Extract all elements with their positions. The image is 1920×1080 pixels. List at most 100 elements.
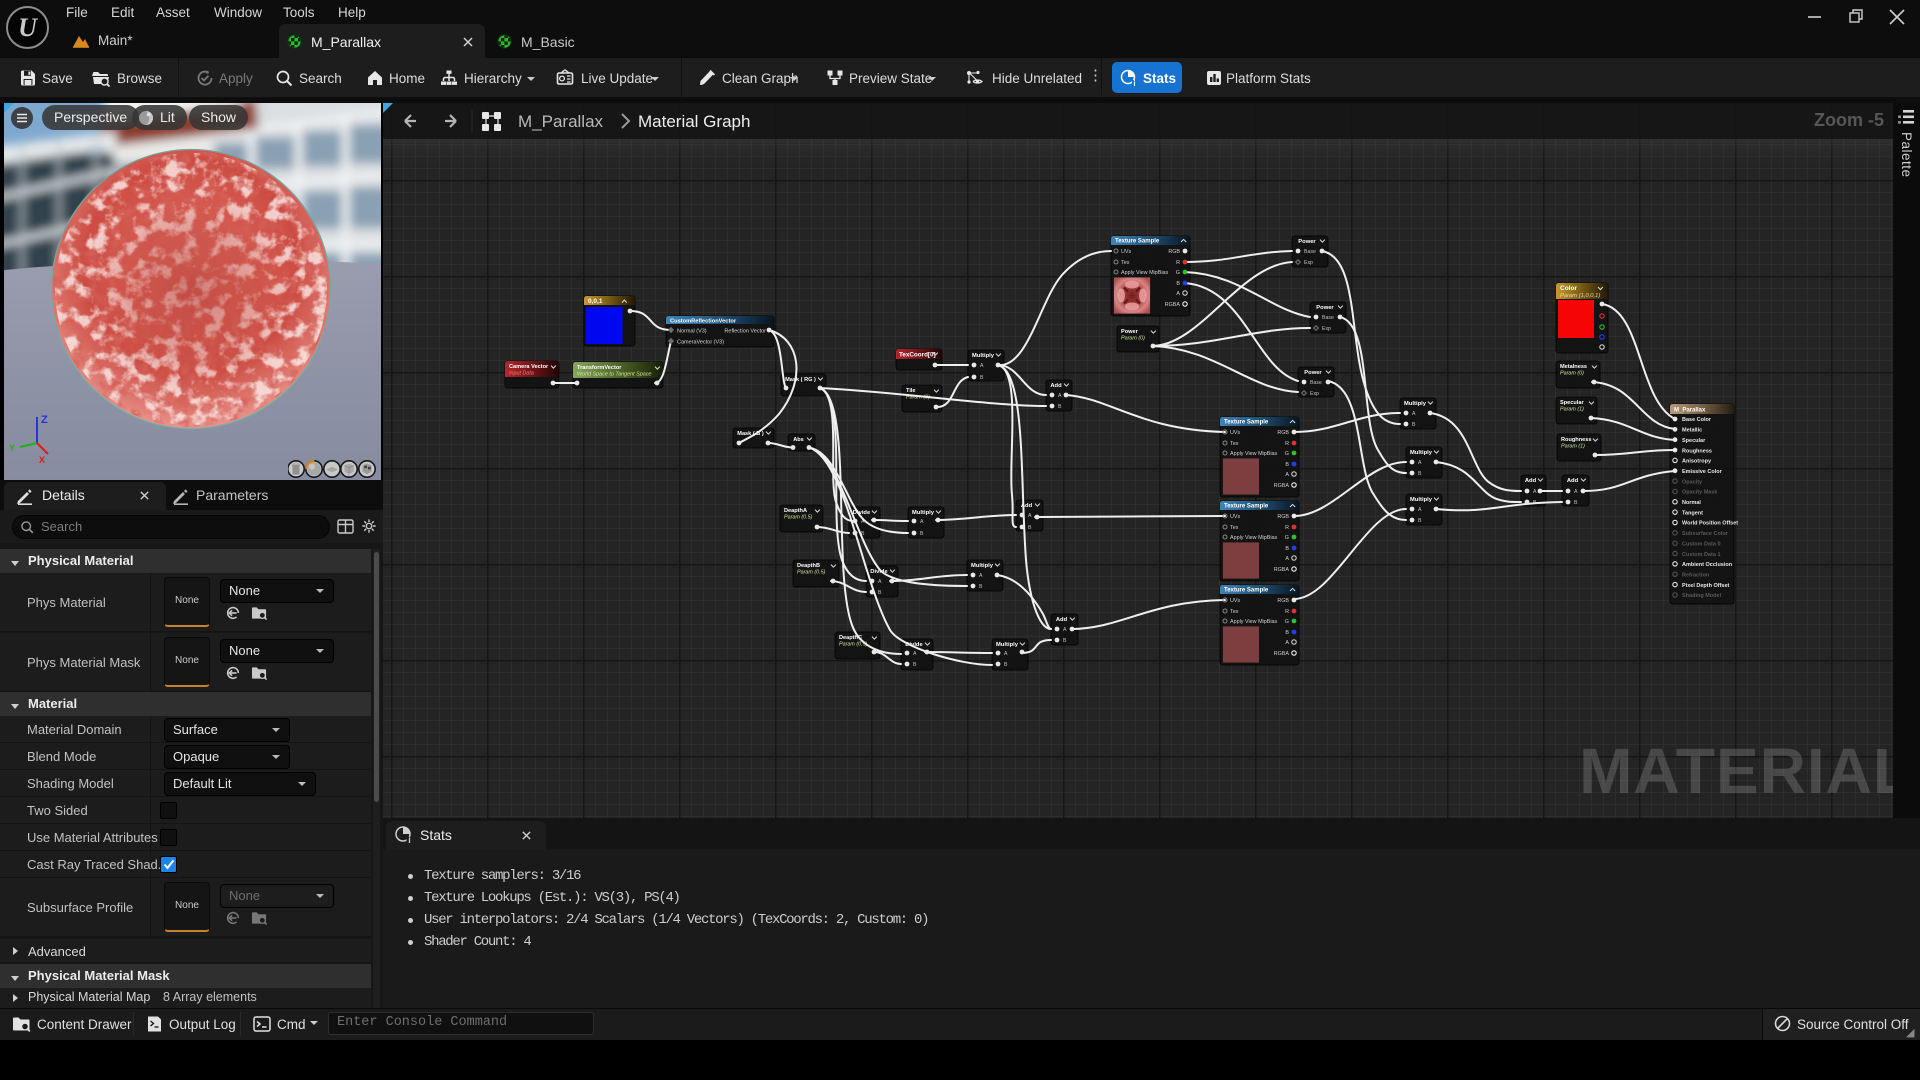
- svg-text:Color: Color: [1560, 285, 1577, 292]
- svg-text:CameraVector (V3): CameraVector (V3): [677, 339, 724, 345]
- svg-text:X: X: [39, 455, 45, 465]
- svg-text:Subsurface Color: Subsurface Color: [1682, 531, 1729, 537]
- svg-text:A: A: [1412, 411, 1416, 417]
- svg-text:Add: Add: [1056, 617, 1068, 623]
- svg-text:Shading Model: Shading Model: [1682, 593, 1722, 599]
- svg-text:Texture Sample: Texture Sample: [1224, 420, 1269, 426]
- svg-text:Exp: Exp: [1322, 326, 1331, 332]
- svg-text:R: R: [1285, 609, 1289, 615]
- svg-text:UVs: UVs: [1230, 430, 1240, 436]
- svg-text:A: A: [1004, 651, 1008, 657]
- svg-text:G: G: [1285, 619, 1289, 625]
- svg-text:RGB: RGB: [1277, 514, 1289, 520]
- svg-text:Metallic: Metallic: [1682, 428, 1702, 434]
- svg-text:RGBA: RGBA: [1274, 483, 1290, 489]
- svg-text:A: A: [980, 363, 984, 369]
- svg-text:Y: Y: [9, 443, 15, 453]
- svg-text:DeapthB: DeapthB: [797, 563, 820, 569]
- svg-text:Pixel Depth Offset: Pixel Depth Offset: [1682, 583, 1730, 589]
- svg-text:Tex: Tex: [1230, 609, 1239, 615]
- svg-text:Divide: Divide: [853, 510, 871, 516]
- svg-text:A: A: [1176, 291, 1180, 297]
- svg-text:Normal (V3): Normal (V3): [677, 328, 707, 334]
- svg-text:Param (0): Param (0): [1560, 371, 1584, 377]
- svg-text:M_Parallax: M_Parallax: [1674, 408, 1706, 414]
- svg-text:Input Data: Input Data: [509, 371, 534, 377]
- svg-text:Param (1): Param (1): [1561, 444, 1585, 450]
- svg-text:UVs: UVs: [1230, 514, 1240, 520]
- svg-text:RGB: RGB: [1277, 598, 1289, 604]
- svg-text:Multiply: Multiply: [971, 563, 994, 569]
- svg-text:Camera Vector: Camera Vector: [509, 364, 549, 370]
- svg-text:B: B: [1058, 404, 1062, 410]
- svg-text:Multiply: Multiply: [912, 510, 935, 516]
- svg-text:TexCoord[0]: TexCoord[0]: [899, 352, 936, 359]
- svg-text:Reflection Vector: Reflection Vector: [724, 328, 766, 334]
- svg-text:Custom Data 0: Custom Data 0: [1682, 541, 1721, 547]
- svg-text:B: B: [980, 375, 984, 381]
- svg-text:A: A: [979, 573, 983, 579]
- svg-text:Specular: Specular: [1682, 438, 1706, 444]
- svg-text:B: B: [979, 584, 983, 590]
- svg-text:Add: Add: [1567, 478, 1579, 484]
- svg-text:B: B: [878, 590, 882, 596]
- svg-text:Abs: Abs: [793, 437, 804, 443]
- svg-text:Normal: Normal: [1682, 500, 1701, 506]
- svg-text:A: A: [1285, 556, 1289, 562]
- svg-text:Opacity: Opacity: [1682, 479, 1703, 485]
- svg-text:B: B: [920, 531, 924, 537]
- svg-text:Mask ( RG ): Mask ( RG ): [785, 377, 816, 383]
- svg-text:A: A: [1063, 627, 1067, 633]
- svg-text:Tile: Tile: [906, 388, 916, 394]
- svg-text:Opacity Mask: Opacity Mask: [1682, 490, 1718, 496]
- svg-text:A: A: [1418, 460, 1422, 466]
- svg-text:R: R: [1176, 260, 1180, 266]
- svg-text:i: i: [408, 835, 411, 844]
- svg-text:A: A: [1028, 513, 1032, 519]
- svg-text:Texture Sample: Texture Sample: [1224, 588, 1269, 594]
- svg-text:Tex: Tex: [1230, 525, 1239, 531]
- svg-text:Ambient Occlusion: Ambient Occlusion: [1682, 562, 1733, 568]
- svg-text:B: B: [1418, 518, 1422, 524]
- svg-text:R: R: [1285, 441, 1289, 447]
- svg-text:A: A: [1058, 393, 1062, 399]
- svg-text:Apply View MipBias: Apply View MipBias: [1230, 619, 1278, 625]
- svg-text:Apply View MipBias: Apply View MipBias: [1230, 451, 1278, 457]
- svg-text:Apply View MipBias: Apply View MipBias: [1230, 535, 1278, 541]
- svg-text:Metalness: Metalness: [1560, 364, 1587, 370]
- svg-text:A: A: [1574, 489, 1578, 495]
- svg-text:Specular: Specular: [1560, 400, 1584, 406]
- svg-text:Multiply: Multiply: [972, 353, 995, 359]
- svg-text:Param (1,0,0,1): Param (1,0,0,1): [1560, 293, 1600, 299]
- svg-text:World Position Offset: World Position Offset: [1682, 521, 1738, 527]
- svg-text:A: A: [1285, 640, 1289, 646]
- svg-text:Texture Sample: Texture Sample: [1115, 239, 1160, 245]
- svg-text:RGB: RGB: [1168, 249, 1180, 255]
- svg-text:Tex: Tex: [1230, 441, 1239, 447]
- svg-text:Param (0.5): Param (0.5): [797, 570, 826, 576]
- svg-text:MATERIAL: MATERIAL: [1579, 735, 1893, 807]
- svg-text:RGBA: RGBA: [1165, 302, 1181, 308]
- svg-text:G: G: [1176, 270, 1180, 276]
- svg-text:B: B: [1418, 471, 1422, 477]
- svg-text:UVs: UVs: [1121, 249, 1131, 255]
- svg-text:Tex: Tex: [1121, 260, 1130, 266]
- svg-text:Exp: Exp: [1304, 260, 1313, 266]
- svg-text:A: A: [913, 651, 917, 657]
- svg-text:Base: Base: [1310, 380, 1322, 386]
- svg-text:Z: Z: [41, 414, 48, 426]
- svg-text:Emissive Color: Emissive Color: [1682, 469, 1723, 475]
- svg-text:A: A: [920, 519, 924, 525]
- svg-text:B: B: [1285, 630, 1289, 636]
- svg-text:G: G: [1285, 451, 1289, 457]
- svg-text:B: B: [1063, 638, 1067, 644]
- svg-text:Multiply: Multiply: [1410, 497, 1433, 503]
- svg-text:M_Parallax: M_Parallax: [518, 112, 604, 131]
- svg-text:Apply View MipBias: Apply View MipBias: [1121, 270, 1169, 276]
- svg-text:UVs: UVs: [1230, 598, 1240, 604]
- svg-text:Refraction: Refraction: [1682, 573, 1710, 579]
- svg-text:Roughness: Roughness: [1561, 437, 1591, 443]
- svg-text:Power: Power: [1298, 239, 1316, 245]
- svg-text:Custom Data 1: Custom Data 1: [1682, 552, 1721, 558]
- svg-text:Exp: Exp: [1310, 391, 1319, 397]
